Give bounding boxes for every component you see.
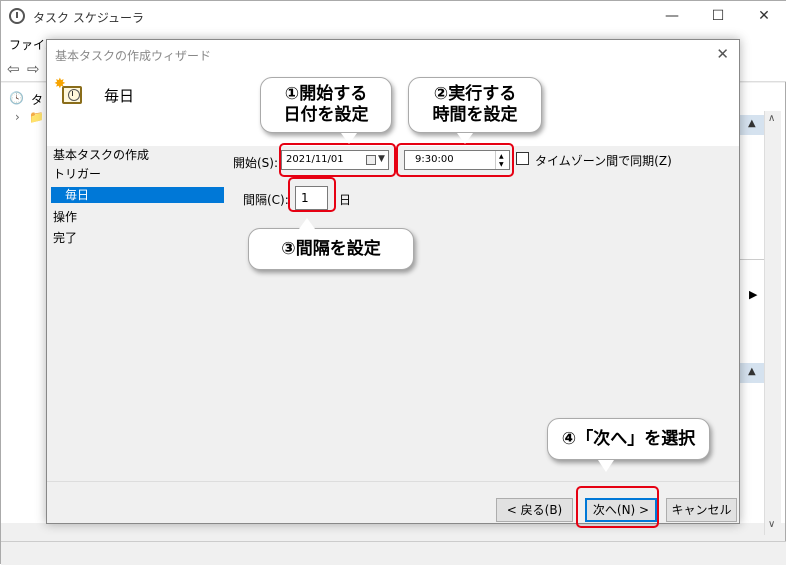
- callout-tail: [598, 460, 614, 472]
- tree-root-label[interactable]: タ: [31, 91, 43, 108]
- clock-icon: [62, 86, 82, 104]
- highlight-interval: [288, 177, 336, 212]
- step-action: 操作: [53, 210, 78, 224]
- timezone-sync-checkbox[interactable]: [516, 152, 529, 165]
- main-window-title: タスク スケジューラ: [33, 11, 144, 25]
- dialog-titlebar: 基本タスクの作成ウィザード ✕: [47, 40, 739, 68]
- callout-interval: ③間隔を設定: [248, 218, 414, 270]
- minimize-button[interactable]: —: [649, 1, 695, 32]
- callout-tail: [341, 133, 357, 144]
- wizard-steps: 基本タスクの作成 トリガー 毎日 操作 完了: [47, 146, 225, 523]
- highlight-start-date: [279, 143, 396, 177]
- main-titlebar: タスク スケジューラ — ☐ ✕: [1, 1, 786, 32]
- maximize-button[interactable]: ☐: [695, 1, 741, 32]
- highlight-start-time: [396, 143, 514, 177]
- task-clock-icon: ✸: [54, 76, 84, 108]
- actions-header-1[interactable]: ▲: [740, 115, 766, 135]
- step-create-basic-task: 基本タスクの作成: [53, 148, 150, 162]
- scroll-up-icon[interactable]: ∧: [768, 113, 775, 124]
- step-trigger: トリガー: [53, 167, 102, 181]
- dialog-header: ✸ 毎日: [47, 68, 739, 146]
- collapse-arrow-icon: ▲: [748, 118, 756, 129]
- step-finish: 完了: [53, 231, 78, 245]
- left-arrow-icon[interactable]: ⇦: [7, 60, 20, 78]
- task-scheduler-app-icon: [9, 8, 25, 24]
- divider: [740, 259, 766, 260]
- cancel-button[interactable]: キャンセル: [666, 498, 737, 522]
- dialog-title: 基本タスクの作成ウィザード: [55, 49, 212, 63]
- page-title: 毎日: [104, 87, 135, 105]
- callout-start-date: ①開始する 日付を設定: [260, 77, 392, 144]
- callout-next-text: ④「次へ」を選択: [561, 429, 696, 449]
- console-tree: 🕓 タ › 📁: [1, 83, 49, 523]
- step-daily: 毎日: [51, 187, 224, 203]
- callout-next: ④「次へ」を選択: [547, 418, 710, 472]
- tree-root-icon: 🕓: [9, 91, 24, 105]
- dialog-close-icon[interactable]: ✕: [716, 45, 729, 63]
- callout-tail: [299, 218, 315, 229]
- collapse-arrow-icon: ▲: [748, 366, 756, 377]
- highlight-next-button: [576, 486, 659, 528]
- interval-label: 間隔(C):: [243, 193, 289, 207]
- callout-start-time: ②実行する 時間を設定: [408, 77, 542, 144]
- right-arrow-icon[interactable]: ⇨: [27, 60, 40, 78]
- actions-header-2[interactable]: ▲: [740, 363, 766, 383]
- timezone-sync-label[interactable]: タイムゾーン間で同期(Z): [535, 152, 672, 169]
- footer-divider: [47, 481, 739, 482]
- dialog-body: 基本タスクの作成 トリガー 毎日 操作 完了 開始(S): 2021/11/01…: [47, 146, 739, 523]
- interval-unit: 日: [339, 193, 352, 207]
- callout-start-time-line2: 時間を設定: [432, 105, 518, 125]
- callout-tail: [457, 133, 473, 144]
- vertical-scrollbar[interactable]: ∧ ∨: [764, 111, 781, 535]
- callout-interval-text: ③間隔を設定: [281, 239, 381, 259]
- back-button[interactable]: < 戻る(B): [496, 498, 573, 522]
- scroll-down-icon[interactable]: ∨: [768, 519, 775, 530]
- tree-expand-icon[interactable]: ›: [15, 110, 20, 124]
- close-button[interactable]: ✕: [741, 1, 786, 32]
- start-label: 開始(S):: [233, 156, 279, 170]
- status-bar: [1, 541, 786, 565]
- callout-start-time-line1: ②実行する: [433, 84, 517, 104]
- folder-icon: 📁: [29, 110, 44, 124]
- callout-start-date-line2: 日付を設定: [283, 105, 369, 125]
- callout-start-date-line1: ①開始する: [284, 84, 368, 104]
- submenu-arrow-icon[interactable]: ▶: [749, 288, 757, 301]
